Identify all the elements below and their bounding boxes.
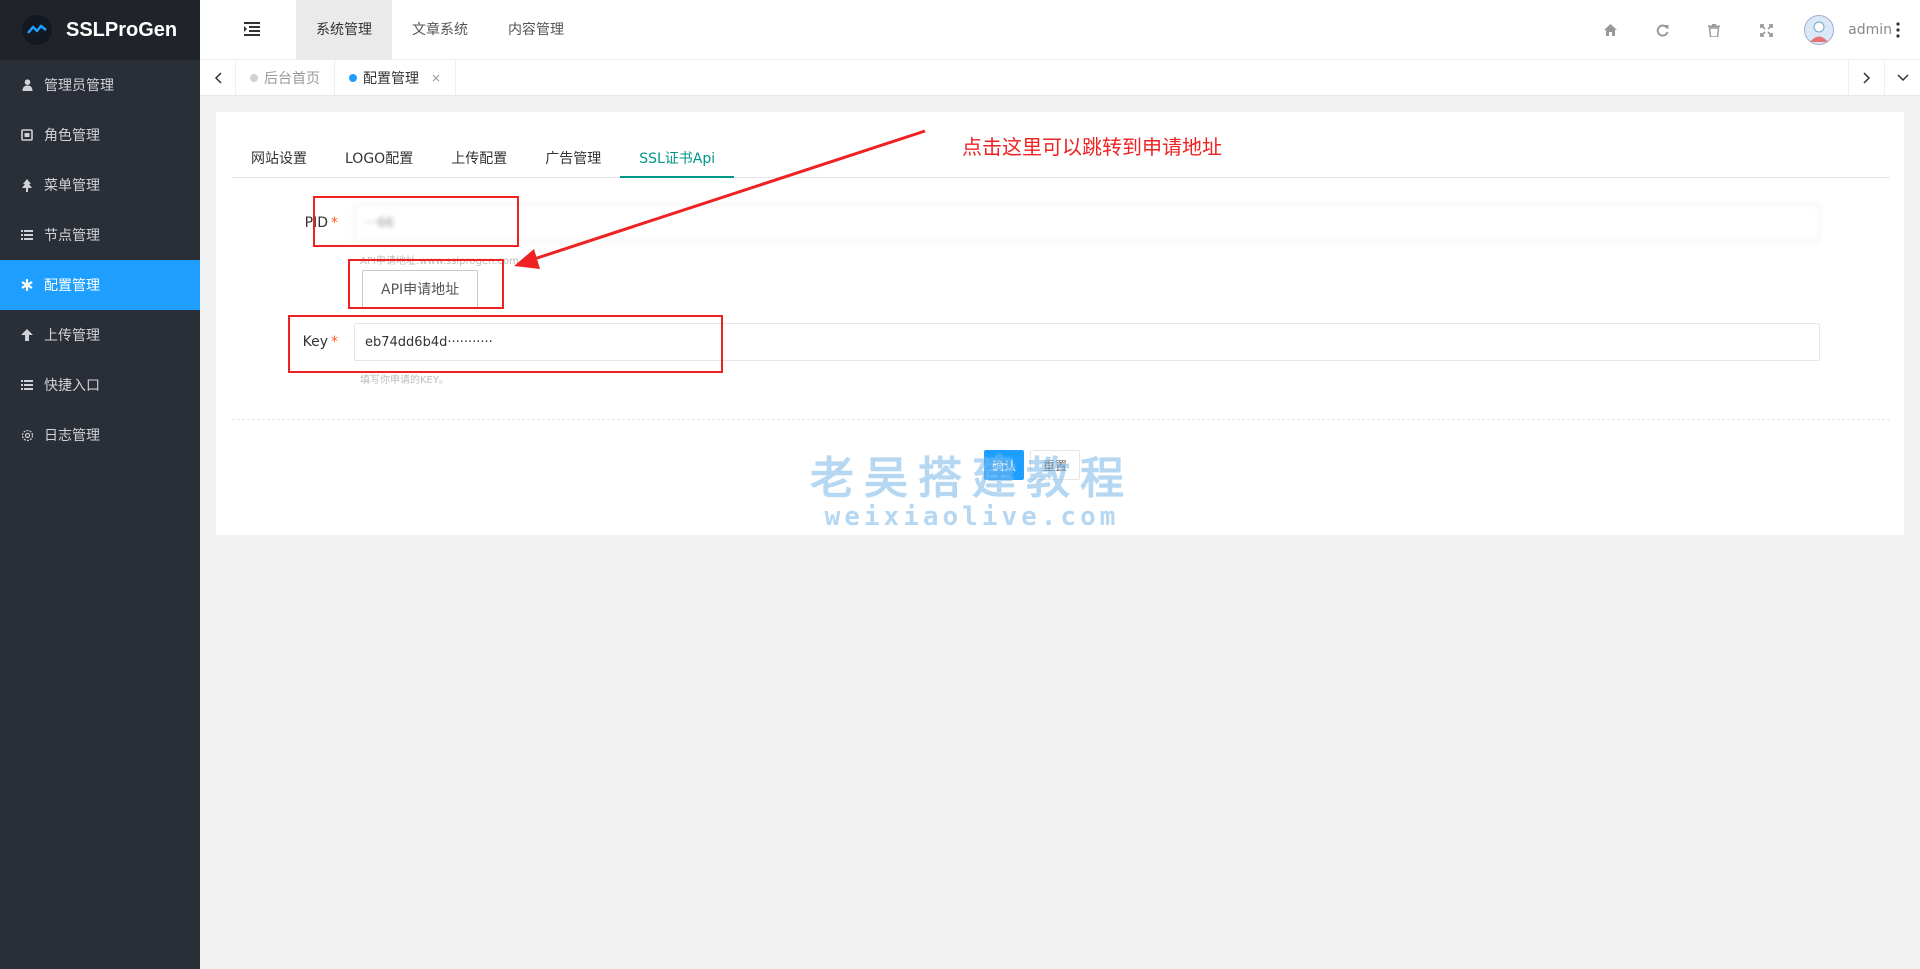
sidebar-item-roles[interactable]: 角色管理	[0, 110, 200, 160]
tabs-prev-icon[interactable]	[200, 60, 236, 96]
list-icon	[20, 228, 34, 242]
list-icon	[20, 378, 34, 392]
nav-system[interactable]: 系统管理	[296, 0, 392, 60]
sidebar-item-shortcuts[interactable]: 快捷入口	[0, 360, 200, 410]
highlight-api-button-box	[348, 259, 504, 309]
sidebar-item-label: 菜单管理	[44, 178, 100, 194]
refresh-icon[interactable]	[1636, 0, 1688, 60]
highlight-pid-box	[313, 196, 519, 247]
sidebar-item-menus[interactable]: 菜单管理	[0, 160, 200, 210]
tab-dot	[250, 74, 258, 82]
trash-icon[interactable]	[1688, 0, 1740, 60]
sidebar: SSLProGen 管理员管理 角色管理 菜单管理 节点管理 配置管理 上传管理…	[0, 0, 200, 969]
arrow-up-icon	[20, 328, 34, 342]
logo-icon	[22, 15, 52, 45]
sidebar-menu: 管理员管理 角色管理 菜单管理 节点管理 配置管理 上传管理 快捷入口 日志管理	[0, 60, 200, 460]
watermark-url: weixiaolive.com	[824, 502, 1120, 532]
sidebar-item-label: 角色管理	[44, 128, 100, 144]
form-divider	[232, 419, 1890, 420]
top-nav: 系统管理 文章系统 内容管理	[296, 0, 584, 60]
home-icon[interactable]	[1584, 0, 1636, 60]
sidebar-item-upload[interactable]: 上传管理	[0, 310, 200, 360]
tab-dot	[349, 74, 357, 82]
user-menu[interactable]: admin	[1804, 15, 1892, 45]
watermark-title: 老吴搭建教程	[810, 453, 1134, 504]
tabs-next-icon[interactable]	[1848, 60, 1884, 96]
user-icon	[20, 78, 34, 92]
sidebar-item-label: 节点管理	[44, 228, 100, 244]
header-actions: admin	[1584, 0, 1920, 60]
tab-ssl-api[interactable]: SSL证书Api	[620, 140, 735, 178]
top-header: 系统管理 文章系统 内容管理 admin	[200, 0, 1920, 60]
logo-text: SSLProGen	[66, 18, 178, 41]
sidebar-item-label: 日志管理	[44, 428, 100, 444]
id-card-icon	[20, 128, 34, 142]
user-name: admin	[1848, 22, 1892, 38]
page-tabbar: 后台首页 配置管理 ×	[200, 60, 1920, 96]
sidebar-item-logs[interactable]: 日志管理	[0, 410, 200, 460]
menu-toggle-icon[interactable]	[244, 22, 260, 36]
nav-content[interactable]: 内容管理	[488, 0, 584, 60]
sidebar-item-admin[interactable]: 管理员管理	[0, 60, 200, 110]
watermark: 老吴搭建教程 weixiaolive.com	[810, 442, 1134, 532]
more-icon[interactable]	[1896, 22, 1900, 38]
key-helper: 填写你申请的KEY。	[360, 375, 449, 386]
chevron-down-icon[interactable]	[1884, 60, 1920, 96]
pid-input[interactable]	[354, 204, 1820, 242]
sidebar-item-label: 管理员管理	[44, 78, 114, 94]
fullscreen-icon[interactable]	[1740, 0, 1792, 60]
page-tab-home[interactable]: 后台首页	[236, 60, 335, 96]
annotation-text: 点击这里可以跳转到申请地址	[962, 135, 1222, 159]
gear-icon	[20, 278, 34, 292]
avatar	[1804, 15, 1835, 45]
tab-label: 后台首页	[264, 71, 320, 87]
sidebar-item-nodes[interactable]: 节点管理	[0, 210, 200, 260]
close-icon[interactable]: ×	[431, 71, 441, 85]
tree-icon	[20, 178, 34, 192]
sidebar-item-label: 快捷入口	[44, 378, 100, 394]
tab-label: 配置管理	[363, 71, 419, 87]
tab-logo-config[interactable]: LOGO配置	[326, 140, 432, 177]
sidebar-item-label: 配置管理	[44, 278, 100, 294]
sidebar-item-config[interactable]: 配置管理	[0, 260, 200, 310]
tab-upload-config[interactable]: 上传配置	[432, 140, 526, 177]
highlight-key-box	[288, 315, 723, 373]
sidebar-item-label: 上传管理	[44, 328, 100, 344]
tab-site-settings[interactable]: 网站设置	[232, 140, 326, 177]
nav-articles[interactable]: 文章系统	[392, 0, 488, 60]
logo[interactable]: SSLProGen	[0, 0, 200, 60]
tab-ad-management[interactable]: 广告管理	[526, 140, 620, 177]
page-tabs: 后台首页 配置管理 ×	[236, 60, 457, 96]
page-tab-config[interactable]: 配置管理 ×	[335, 60, 457, 96]
cog-outline-icon	[20, 428, 34, 442]
